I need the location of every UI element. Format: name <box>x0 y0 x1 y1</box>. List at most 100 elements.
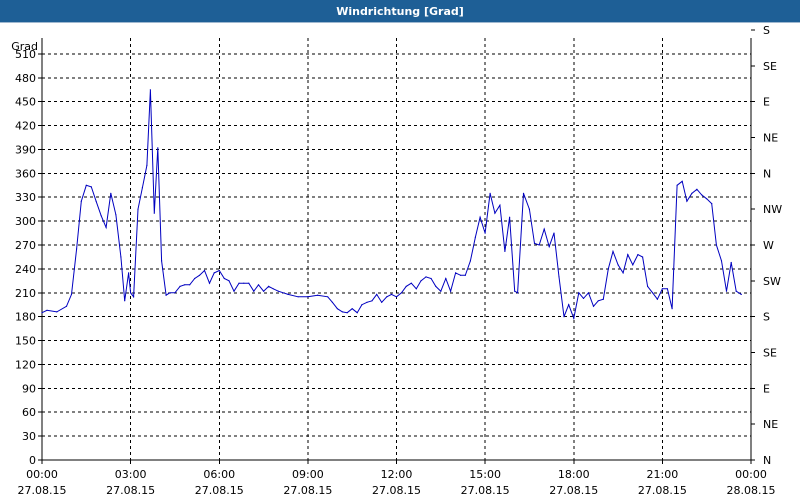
data-point <box>331 301 333 303</box>
data-point <box>405 285 407 287</box>
y-tick-label: 240 <box>15 263 36 276</box>
data-point <box>272 288 274 290</box>
data-point <box>120 256 122 258</box>
right-tick-label: NE <box>763 418 778 431</box>
data-point <box>194 277 196 280</box>
y-tick-label: 480 <box>15 72 36 85</box>
data-point <box>464 274 466 276</box>
data-point <box>257 284 260 286</box>
data-point <box>248 282 250 284</box>
x-tick-date-label: 27.08.15 <box>638 484 687 497</box>
y-tick-label: 270 <box>15 239 36 252</box>
y-tick-label: 390 <box>15 143 36 156</box>
data-point <box>517 292 519 294</box>
data-point <box>696 188 698 190</box>
data-point <box>381 301 383 303</box>
data-point <box>671 308 673 310</box>
y-tick-label: 420 <box>15 120 36 133</box>
data-point <box>41 312 43 314</box>
data-point <box>691 192 693 194</box>
data-point <box>133 296 135 298</box>
data-point <box>460 274 462 276</box>
data-point <box>208 282 211 284</box>
data-point <box>105 226 107 229</box>
data-point <box>725 290 728 292</box>
y-tick-label: 330 <box>15 191 36 204</box>
data-point <box>366 301 368 303</box>
data-point <box>100 215 102 217</box>
data-point <box>386 296 388 298</box>
data-point <box>70 293 73 295</box>
data-point <box>469 260 471 262</box>
right-tick-label: W <box>763 239 774 252</box>
data-point <box>711 203 713 205</box>
data-point <box>174 292 176 294</box>
data-point <box>563 316 565 318</box>
data-point <box>706 198 708 200</box>
data-point <box>137 208 139 210</box>
data-point <box>376 293 378 295</box>
y-tick-label: 120 <box>15 358 36 371</box>
data-point <box>341 311 343 313</box>
data-point <box>499 204 501 206</box>
y-tick-label: 0 <box>29 454 36 467</box>
data-point <box>346 312 348 314</box>
data-point <box>701 194 703 196</box>
wind-direction-chart: 0 30 60 90 120 150 180 210 240 270 300 330 360 390 420… <box>11 24 782 497</box>
data-point <box>141 187 143 189</box>
data-point <box>592 305 595 307</box>
y-tick-label: 180 <box>15 311 36 324</box>
right-tick-label: SW <box>763 275 781 288</box>
data-point <box>115 214 117 216</box>
y-tick-label: 90 <box>22 382 36 395</box>
data-point <box>666 288 669 290</box>
right-tick-label: S <box>763 24 770 37</box>
data-point <box>622 272 624 274</box>
data-point <box>450 290 452 292</box>
data-point <box>128 272 130 274</box>
data-point <box>484 232 486 234</box>
data-point <box>218 269 220 272</box>
data-point <box>371 300 373 302</box>
data-point <box>307 296 309 298</box>
chart-title-bar: Windrichtung [Grad] <box>0 0 800 23</box>
data-point <box>573 317 575 319</box>
data-point <box>730 261 732 264</box>
data-point <box>287 293 289 295</box>
data-point <box>95 200 97 202</box>
data-point <box>65 305 68 307</box>
data-point <box>686 200 688 202</box>
data-point <box>157 147 159 149</box>
x-tick-time-label: 06:00 <box>203 468 235 481</box>
data-point <box>90 186 92 188</box>
y-tick-label: 150 <box>15 335 36 348</box>
data-point <box>395 296 398 298</box>
right-tick-label: NE <box>763 132 778 145</box>
data-point <box>253 290 255 292</box>
data-point <box>514 290 516 292</box>
data-point <box>146 164 148 166</box>
data-point <box>637 254 639 256</box>
data-point <box>578 292 580 294</box>
data-point <box>479 216 481 218</box>
right-tick-label: NW <box>763 203 782 216</box>
x-tick-time-label: 00:00 <box>735 468 767 481</box>
data-point <box>627 254 629 256</box>
data-point <box>587 292 590 294</box>
data-point <box>268 285 270 287</box>
x-tick-time-label: 09:00 <box>292 468 324 481</box>
data-point <box>361 304 363 306</box>
x-tick-time-label: 15:00 <box>469 468 501 481</box>
x-tick-time-label: 03:00 <box>115 468 147 481</box>
data-point <box>80 200 82 202</box>
y-tick-label: 450 <box>15 96 36 109</box>
data-point <box>223 277 225 280</box>
data-point <box>602 298 604 300</box>
data-point <box>189 284 191 286</box>
x-tick-date-label: 27.08.15 <box>372 484 421 497</box>
data-point <box>494 212 496 214</box>
data-point <box>130 292 132 294</box>
x-tick-date-label: 27.08.15 <box>18 484 67 497</box>
data-point <box>76 248 78 250</box>
x-tick-date-label: 27.08.15 <box>283 484 332 497</box>
